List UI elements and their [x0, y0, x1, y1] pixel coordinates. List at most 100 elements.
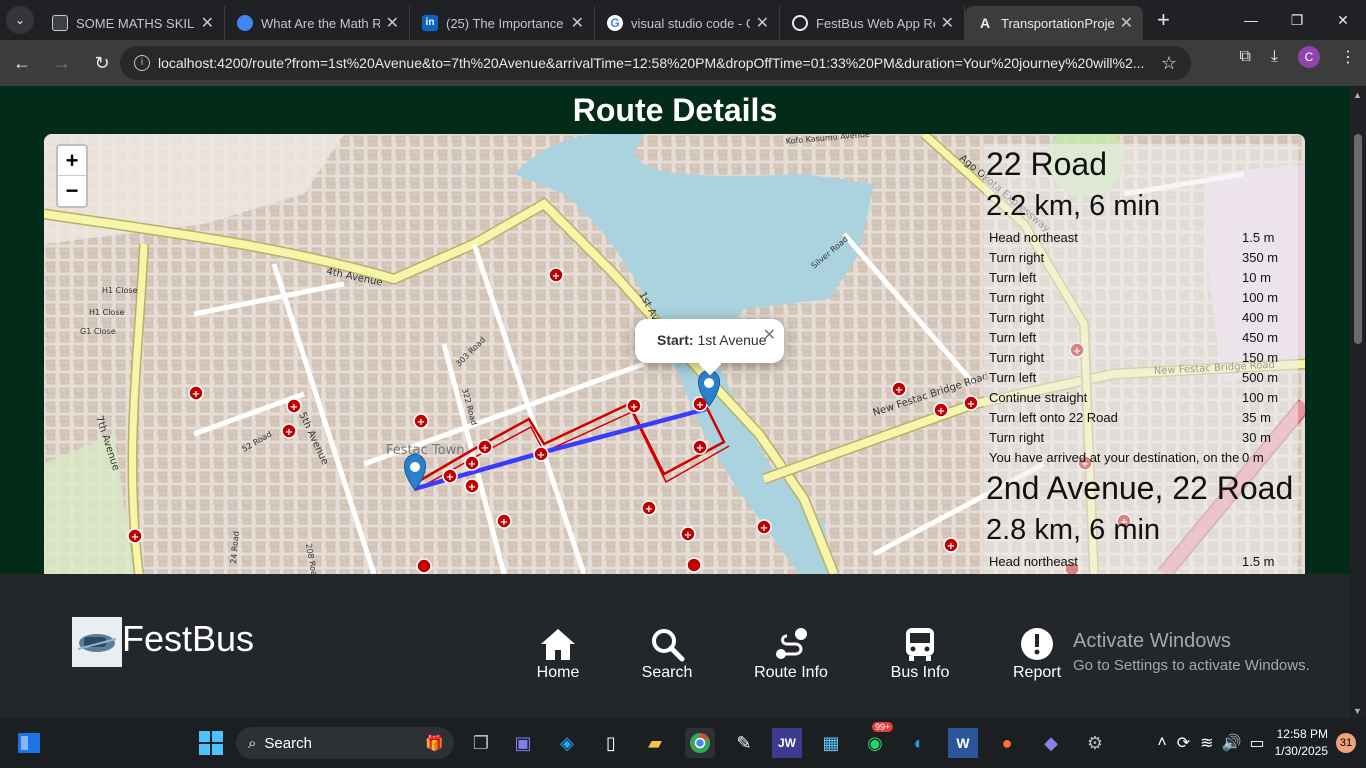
whatsapp-icon[interactable]: ◉ 99+ [860, 722, 894, 758]
popup-label: Start: [657, 332, 694, 348]
close-icon[interactable]: ✕ [386, 13, 399, 33]
route-name[interactable]: 22 Road [984, 144, 1298, 184]
search-icon: ⌕ [248, 734, 257, 752]
widgets-icon[interactable] [14, 728, 44, 758]
app-icon[interactable]: ✎ [729, 728, 759, 758]
bookmark-star-icon[interactable]: ☆ [1161, 53, 1177, 74]
word-icon[interactable]: W [948, 728, 978, 758]
new-tab-button[interactable]: + [1157, 7, 1170, 33]
map-label: H1 Close [102, 286, 138, 295]
chevron-down-icon: ⌄ [6, 6, 34, 34]
route-summary: 2.2 km, 6 min [986, 190, 1161, 222]
scroll-down-icon[interactable]: ▼ [1353, 706, 1362, 716]
forward-button[interactable]: → [44, 45, 80, 81]
step-text: Turn right [989, 290, 1045, 305]
route-icon [752, 624, 830, 664]
chrome-icon[interactable] [685, 728, 715, 758]
battery-icon[interactable]: ▭ [1249, 733, 1264, 753]
notepad-icon[interactable]: ▯ [596, 728, 626, 758]
direction-step[interactable]: Head northeast 1.5 m [984, 552, 1298, 572]
nav-search[interactable]: Search [641, 624, 693, 682]
bus-icon [889, 624, 951, 664]
alert-icon [1011, 624, 1063, 664]
close-icon[interactable]: ✕ [763, 325, 776, 345]
close-icon[interactable]: ✕ [201, 13, 214, 33]
scrollbar-thumb[interactable] [1354, 134, 1362, 344]
map-container[interactable]: ++++ ++++ ++++ ++++ ++++ ++++ + 4th Aven… [44, 134, 1305, 574]
system-tray: ˄ ⟳ ≋ 🔊 ▭ 12:58 PM 1/30/2025 31 [1157, 718, 1366, 768]
nav-home[interactable]: Home [536, 624, 580, 682]
step-distance: 400 m [1242, 310, 1279, 325]
taskbar-search[interactable]: ⌕ Search 🎁 [236, 727, 454, 759]
direction-step[interactable]: Turn right 30 m [984, 428, 1298, 448]
direction-step[interactable]: You have arrived at your destination, on… [984, 448, 1298, 468]
close-window-button[interactable]: ✕ [1320, 0, 1366, 40]
direction-step[interactable]: Turn right 350 m [984, 248, 1298, 268]
postman-icon[interactable]: ● [992, 728, 1022, 758]
nav-report[interactable]: Report [1011, 624, 1063, 682]
browser-tab-active[interactable]: A TransportationProject ✕ [965, 6, 1143, 40]
browser-tab[interactable]: G visual studio code - G ✕ [595, 6, 780, 40]
profile-avatar[interactable]: C [1298, 46, 1320, 68]
direction-step[interactable]: Turn right 400 m [984, 308, 1298, 328]
direction-step[interactable]: Turn left 500 m [984, 368, 1298, 388]
browser-tab[interactable]: What Are the Math R ✕ [225, 6, 410, 40]
sync-icon[interactable]: ⟳ [1177, 733, 1190, 753]
minimize-button[interactable]: — [1228, 0, 1274, 40]
direction-step[interactable]: Turn right 150 m [984, 348, 1298, 368]
store-icon[interactable]: ▦ [816, 728, 846, 758]
browser-tab[interactable]: FestBus Web App Rep ✕ [780, 6, 965, 40]
direction-step[interactable]: Turn right 100 m [984, 288, 1298, 308]
address-bar-row: ← → ↻ i localhost:4200/route?from=1st%20… [0, 40, 1366, 86]
jw-icon[interactable]: JW [772, 728, 802, 758]
svg-text:+: + [131, 532, 139, 543]
direction-step[interactable]: Head northeast 1.5 m [984, 228, 1298, 248]
download-icon[interactable]: ⤓ [1271, 48, 1278, 66]
clock[interactable]: 12:58 PM 1/30/2025 [1275, 726, 1328, 760]
scroll-up-icon[interactable]: ▲ [1353, 90, 1362, 100]
direction-step[interactable]: Turn left onto 22 Road 35 m [984, 408, 1298, 428]
nav-bus-info[interactable]: Bus Info [889, 624, 951, 682]
more-menu-icon[interactable]: ⋮ [1340, 47, 1356, 67]
directions-panel[interactable]: 22 Road 2.2 km, 6 min Head northeast 1.5 … [984, 144, 1298, 574]
close-icon[interactable]: ✕ [1120, 13, 1133, 33]
close-icon[interactable]: ✕ [941, 13, 954, 33]
back-button[interactable]: ← [4, 45, 40, 81]
zoom-in-button[interactable]: + [58, 146, 86, 176]
svg-text:+: + [760, 523, 768, 534]
close-icon[interactable]: ✕ [571, 13, 584, 33]
task-view-icon[interactable]: ❐ [466, 728, 496, 758]
maximize-button[interactable]: ❐ [1274, 0, 1320, 40]
eye-icon [237, 15, 253, 31]
wifi-icon[interactable]: ≋ [1200, 733, 1213, 753]
page-scrollbar[interactable]: ▲ ▼ [1350, 86, 1366, 718]
direction-step[interactable]: Continue straight 100 m [984, 388, 1298, 408]
tab-search-button[interactable]: ⌄ [0, 0, 40, 40]
vscode-icon[interactable]: ◈ [552, 728, 582, 758]
direction-step[interactable]: Turn left 10 m [984, 268, 1298, 288]
start-icon[interactable] [196, 728, 226, 758]
url-text[interactable]: localhost:4200/route?from=1st%20Avenue&t… [158, 55, 1161, 71]
browser-tab[interactable]: SOME MATHS SKILLS ✕ [40, 6, 225, 40]
nav-route-info[interactable]: Route Info [752, 624, 830, 682]
zoom-out-button[interactable]: − [58, 176, 86, 206]
route-name[interactable]: 2nd Avenue, 22 Road [984, 468, 1298, 508]
chevron-up-icon[interactable]: ˄ [1157, 734, 1166, 752]
extensions-icon[interactable]: ⧉ [1239, 48, 1250, 66]
file-explorer-icon[interactable]: ▰ [640, 728, 670, 758]
close-icon[interactable]: ✕ [756, 13, 769, 33]
game-icon[interactable]: ◆ [1036, 728, 1066, 758]
info-icon[interactable]: i [134, 55, 150, 71]
teams-icon[interactable]: ▣ [508, 728, 538, 758]
volume-icon[interactable]: 🔊 [1222, 733, 1242, 753]
url-bar[interactable]: i localhost:4200/route?from=1st%20Avenue… [120, 46, 1191, 80]
brand-name[interactable]: FestBus [122, 618, 254, 660]
tab-title: (25) The Importance c [446, 15, 565, 31]
edge-icon[interactable]: ◐ [904, 728, 934, 758]
settings-gear-icon[interactable]: ⚙ [1080, 728, 1110, 758]
reload-button[interactable]: ↻ [84, 45, 120, 81]
direction-step[interactable]: Turn left 450 m [984, 328, 1298, 348]
browser-tab[interactable]: in (25) The Importance c ✕ [410, 6, 595, 40]
step-text: Head northeast [989, 554, 1078, 569]
notification-count[interactable]: 31 [1336, 733, 1356, 753]
